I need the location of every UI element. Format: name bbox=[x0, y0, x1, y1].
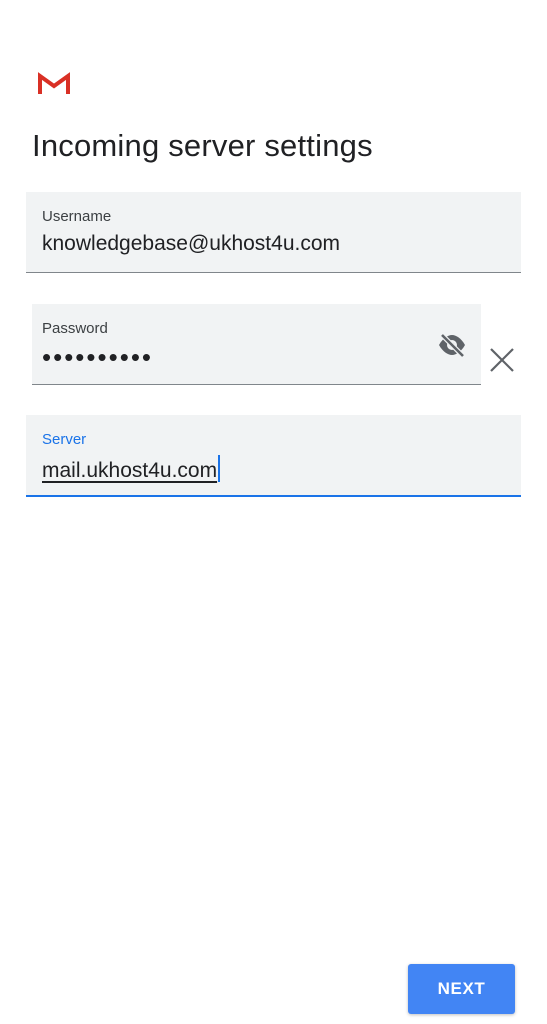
password-input[interactable]: •••••••••• bbox=[42, 342, 153, 373]
gmail-logo-icon bbox=[38, 72, 70, 94]
server-input-wrapper[interactable]: mail.ukhost4u.com bbox=[42, 455, 221, 483]
page-title: Incoming server settings bbox=[32, 128, 373, 163]
server-field[interactable]: Server mail.ukhost4u.com bbox=[26, 415, 521, 497]
server-input[interactable]: mail.ukhost4u.com bbox=[42, 459, 217, 482]
username-input[interactable]: knowledgebase@ukhost4u.com bbox=[42, 232, 340, 256]
close-icon[interactable] bbox=[488, 346, 516, 374]
password-label: Password bbox=[42, 320, 108, 337]
text-cursor bbox=[218, 455, 221, 482]
server-label: Server bbox=[42, 431, 87, 448]
next-button[interactable]: NEXT bbox=[408, 964, 515, 1014]
password-field[interactable]: Password •••••••••• bbox=[32, 304, 481, 385]
username-field[interactable]: Username knowledgebase@ukhost4u.com bbox=[26, 192, 521, 273]
incoming-server-settings-screen: Incoming server settings Username knowle… bbox=[0, 0, 547, 1024]
eye-off-icon[interactable] bbox=[437, 333, 467, 357]
username-label: Username bbox=[42, 208, 112, 225]
